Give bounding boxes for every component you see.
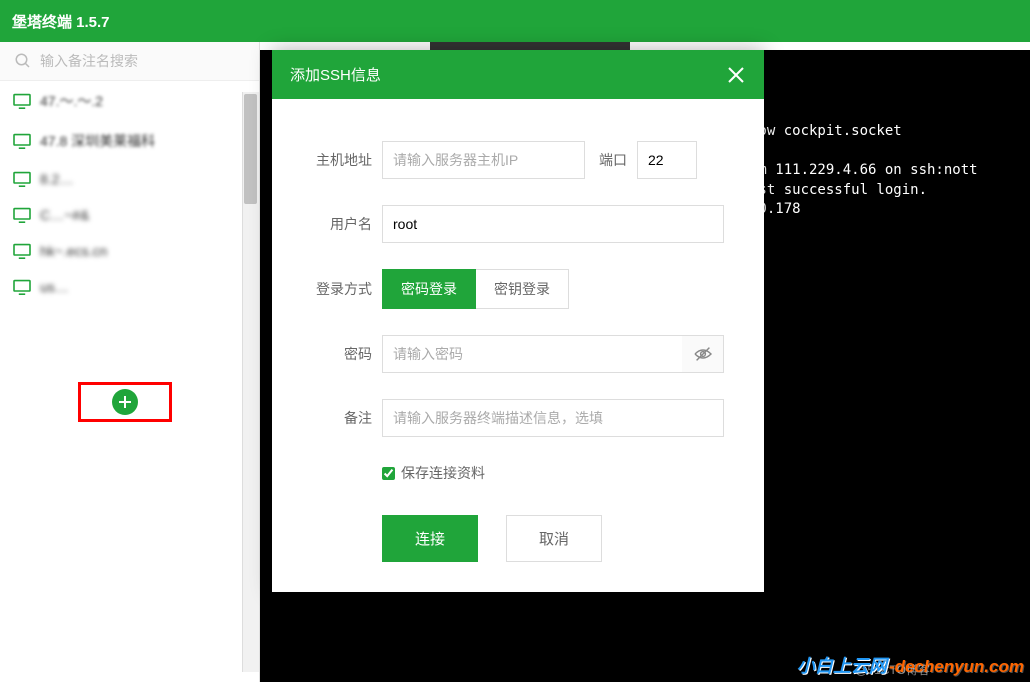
server-item[interactable]: 47.～.～.2	[0, 81, 259, 121]
terminal-tabs-bar	[260, 42, 1030, 50]
button-row: 连接 取消	[382, 515, 724, 562]
tab-key-login[interactable]: 密钥登录	[476, 269, 569, 309]
modal-title: 添加SSH信息	[290, 64, 381, 85]
server-item[interactable]: C…~#&	[0, 197, 259, 233]
monitor-icon	[12, 93, 32, 109]
server-item[interactable]: 8.2…	[0, 161, 259, 197]
watermark-text2: -dechenyun.com	[889, 657, 1024, 677]
server-label: hk~.ecs.cn	[40, 243, 107, 259]
remark-input[interactable]	[382, 399, 724, 437]
login-method-label: 登录方式	[302, 279, 372, 299]
password-label: 密码	[302, 344, 372, 364]
server-item[interactable]: us…	[0, 269, 259, 305]
ssh-modal: 添加SSH信息 主机地址 端口 用户名 登录方式 密码登录 密钥登录 密码	[272, 50, 764, 592]
app-header: 堡塔终端 1.5.7	[0, 0, 1030, 42]
connect-button[interactable]: 连接	[382, 515, 478, 562]
add-server-button[interactable]	[112, 389, 138, 415]
monitor-icon	[12, 171, 32, 187]
close-button[interactable]	[726, 65, 746, 85]
eye-slash-icon	[693, 346, 713, 362]
port-input[interactable]	[637, 141, 697, 179]
toggle-password-visibility[interactable]	[682, 335, 724, 373]
monitor-icon	[12, 243, 32, 259]
close-icon	[727, 66, 745, 84]
server-label: C…~#&	[40, 207, 89, 223]
host-row: 主机地址 端口	[302, 141, 724, 179]
server-label: 8.2…	[40, 171, 73, 187]
monitor-icon	[12, 207, 32, 223]
tab-password-login[interactable]: 密码登录	[382, 269, 476, 309]
scrollbar-thumb[interactable]	[244, 94, 257, 204]
cancel-button[interactable]: 取消	[506, 515, 602, 562]
search-input[interactable]	[40, 53, 249, 69]
save-connection-row: 保存连接资料	[382, 463, 724, 483]
server-label: 47.8 深圳美莱福科	[40, 131, 155, 151]
app-title: 堡塔终端 1.5.7	[12, 11, 110, 32]
monitor-icon	[12, 133, 32, 149]
remark-label: 备注	[302, 408, 372, 428]
server-label: us…	[40, 279, 69, 295]
monitor-icon	[12, 279, 32, 295]
login-method-row: 登录方式 密码登录 密钥登录	[302, 269, 724, 309]
search-box	[0, 42, 259, 81]
watermark-text1: 小白上云网	[797, 652, 887, 678]
server-label: 47.～.～.2	[40, 91, 103, 111]
save-connection-checkbox[interactable]	[382, 467, 395, 480]
login-method-tabs: 密码登录 密钥登录	[382, 269, 569, 309]
username-input[interactable]	[382, 205, 724, 243]
search-icon	[14, 52, 32, 70]
server-item[interactable]: hk~.ecs.cn	[0, 233, 259, 269]
watermark: 小白上云网 -dechenyun.com	[797, 652, 1024, 678]
password-row: 密码	[302, 335, 724, 373]
port-label: 端口	[599, 150, 627, 170]
host-label: 主机地址	[302, 150, 372, 170]
modal-body: 主机地址 端口 用户名 登录方式 密码登录 密钥登录 密码	[272, 99, 764, 592]
save-connection-label: 保存连接资料	[401, 463, 485, 483]
server-item[interactable]: 47.8 深圳美莱福科	[0, 121, 259, 161]
add-button-highlight	[78, 382, 172, 422]
modal-header: 添加SSH信息	[272, 50, 764, 99]
username-label: 用户名	[302, 214, 372, 234]
password-input[interactable]	[382, 335, 724, 373]
plus-icon	[118, 395, 132, 409]
sidebar: 47.～.～.2 47.8 深圳美莱福科 8.2… C…~#& hk~.ecs.…	[0, 42, 260, 682]
remark-row: 备注	[302, 399, 724, 437]
username-row: 用户名	[302, 205, 724, 243]
host-input[interactable]	[382, 141, 585, 179]
